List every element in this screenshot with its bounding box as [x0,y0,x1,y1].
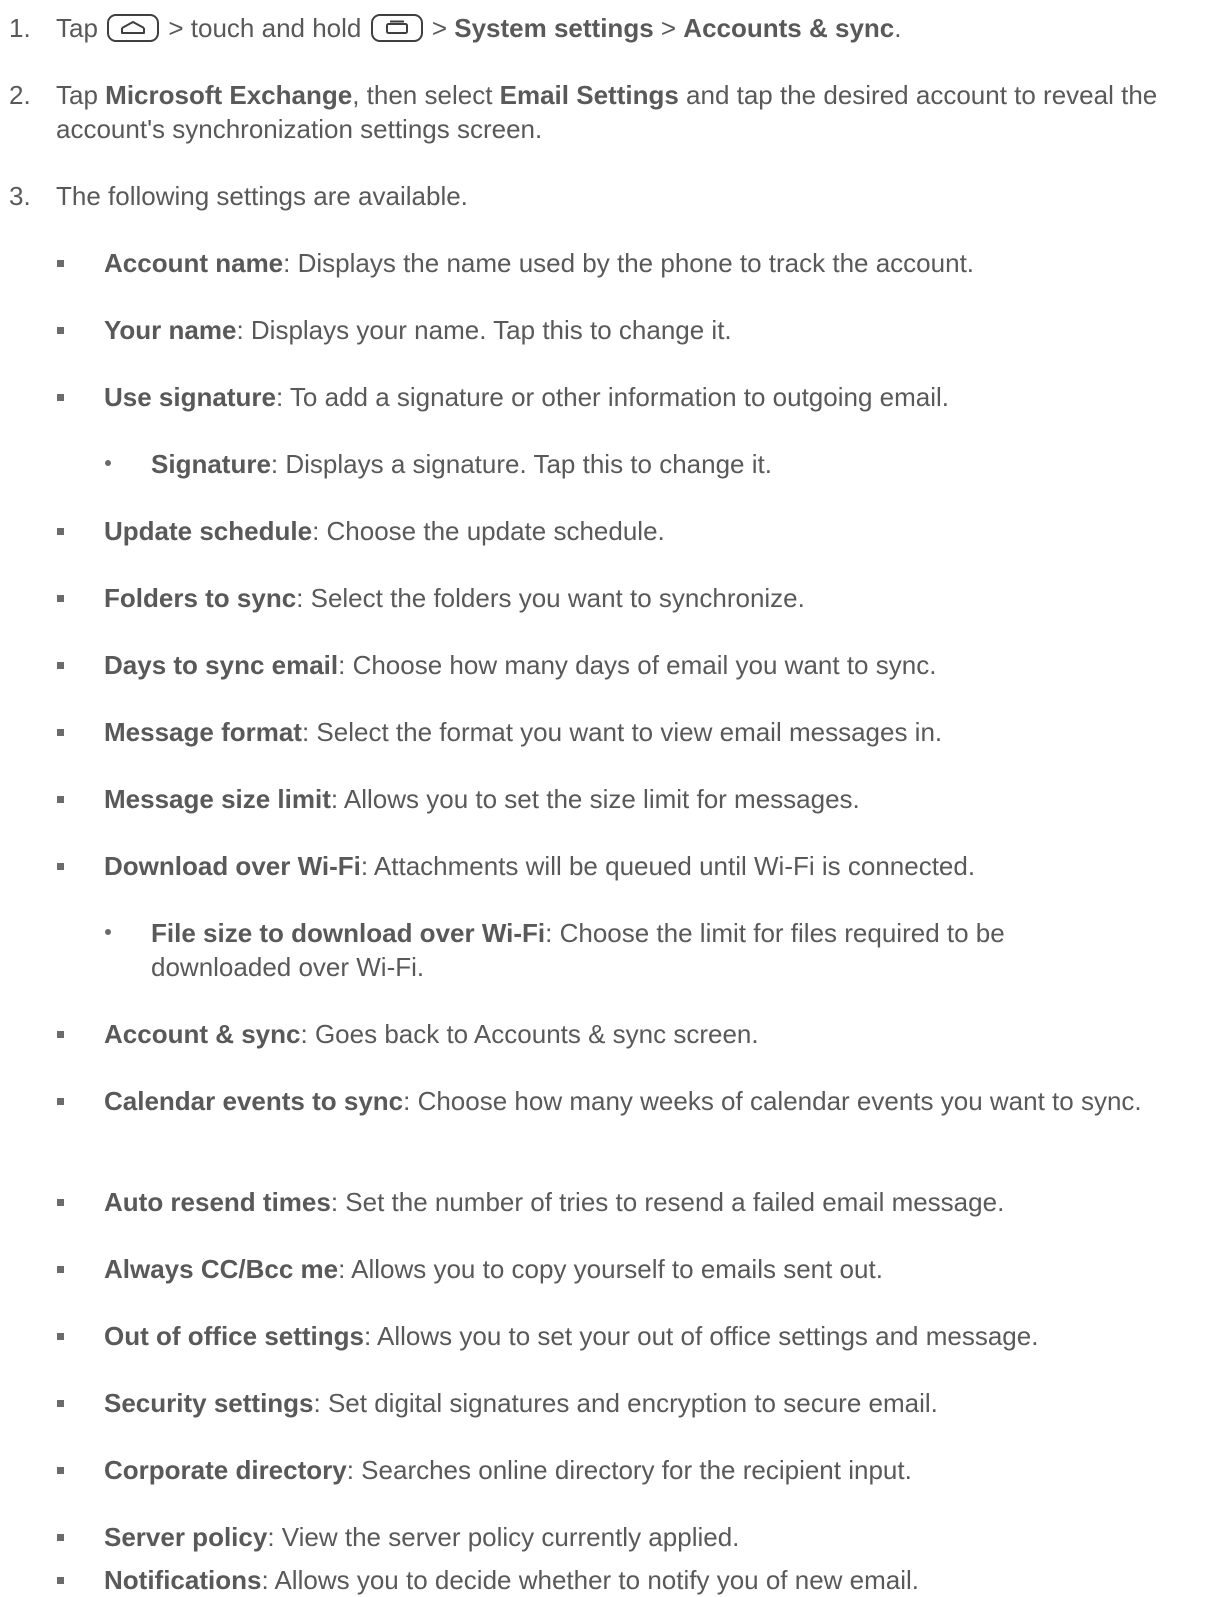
list-item: Calendar events to sync: Choose how many… [0,1084,1200,1118]
setting-description: : Attachments will be queued until Wi-Fi… [360,851,976,881]
setting-description: : Displays a signature. Tap this to chan… [270,449,772,479]
bullet-icon [57,1199,64,1206]
bullet-icon [57,863,64,870]
bullet-icon [57,394,64,401]
step-number: 3. [9,181,31,211]
setting-title: Message format [104,717,302,747]
setting-title: Your name [104,315,237,345]
setting-title: Corporate directory [104,1455,347,1485]
setting-title: Account & sync [104,1019,301,1049]
list-item: Update schedule: Choose the update sched… [0,514,1200,548]
step-2: 2. Tap Microsoft Exchange, then select E… [0,78,1190,146]
setting-title: Update schedule [104,516,313,546]
bullet-icon [57,1534,64,1541]
step-text: Tap > touch and hold > System settings >… [56,13,902,43]
accounts-sync-label: Accounts & sync [683,13,895,43]
home-key-icon [107,14,160,42]
list-item: Folders to sync: Select the folders you … [0,581,1200,615]
setting-description: : Goes back to Accounts & sync screen. [300,1019,759,1049]
list-item: Server policy: View the server policy cu… [0,1520,1200,1554]
list-item: Security settings: Set digital signature… [0,1386,1200,1420]
setting-title: Always CC/Bcc me [104,1254,339,1284]
bullet-icon [57,595,64,602]
list-item: Message size limit: Allows you to set th… [0,782,1200,816]
bullet-icon [57,1266,64,1273]
setting-title: File size to download over Wi-Fi [151,918,546,948]
list-item: Auto resend times: Set the number of tri… [0,1185,1200,1219]
bullet-icon [57,729,64,736]
step-number: 1. [9,13,31,43]
setting-title: Auto resend times [104,1187,331,1217]
setting-title: Days to sync email [104,650,339,680]
setting-title: Folders to sync [104,583,297,613]
setting-title: Notifications [104,1565,262,1595]
setting-description: : Choose how many days of email you want… [338,650,937,680]
list-item: Always CC/Bcc me: Allows you to copy you… [0,1252,1200,1286]
setting-title: Message size limit [104,784,331,814]
setting-description: : Select the format you want to view ema… [301,717,943,747]
bullet-icon [105,460,111,466]
system-settings-label: System settings [454,13,654,43]
email-settings-label: Email Settings [499,80,679,110]
setting-description: : Displays your name. Tap this to change… [236,315,732,345]
step-3: 3. The following settings are available. [0,179,1190,213]
setting-description: : Displays the name used by the phone to… [283,248,975,278]
setting-description: : To add a signature or other informatio… [275,382,949,412]
sub-list-item: Signature: Displays a signature. Tap thi… [0,447,1200,481]
list-item: Message format: Select the format you wa… [0,715,1200,749]
step-number: 2. [9,80,31,110]
bullet-icon [57,1467,64,1474]
setting-title: Out of office settings [104,1321,364,1351]
bullet-icon [57,327,64,334]
bullet-icon [57,662,64,669]
bullet-icon [57,1333,64,1340]
bullet-icon [57,528,64,535]
setting-description: : Choose how many weeks of calendar even… [403,1086,1142,1116]
bullet-icon [57,1577,64,1584]
list-item: Your name: Displays your name. Tap this … [0,313,1200,347]
setting-title: Calendar events to sync [104,1086,404,1116]
list-item: Account & sync: Goes back to Accounts & … [0,1017,1200,1051]
list-item: Out of office settings: Allows you to se… [0,1319,1200,1353]
setting-title: Download over Wi-Fi [104,851,361,881]
sub-list-item: File size to download over Wi-Fi: Choose… [0,916,1200,984]
setting-title: Use signature [104,382,276,412]
setting-title: Signature [151,449,271,479]
list-item: Corporate directory: Searches online dir… [0,1453,1200,1487]
bullet-icon [57,796,64,803]
setting-description: : Allows you to decide whether to notify… [261,1565,920,1595]
step-1: 1. Tap > touch and hold > System setting… [0,11,1190,45]
list-item: Use signature: To add a signature or oth… [0,380,1200,414]
setting-description: : Set the number of tries to resend a fa… [330,1187,1005,1217]
setting-description: : Allows you to copy yourself to emails … [338,1254,883,1284]
setting-description: : Allows you to set the size limit for m… [330,784,860,814]
step-text: The following settings are available. [56,181,468,211]
step-text: Tap Microsoft Exchange, then select Emai… [56,80,1158,144]
bullet-icon [57,1098,64,1105]
list-item: Download over Wi-Fi: Attachments will be… [0,849,1200,883]
setting-description: : Select the folders you want to synchro… [296,583,805,613]
list-item: Account name: Displays the name used by … [0,246,1200,280]
setting-title: Security settings [104,1388,314,1418]
setting-description: : View the server policy currently appli… [267,1522,740,1552]
list-item: Days to sync email: Choose how many days… [0,648,1200,682]
list-item: Notifications: Allows you to decide whet… [0,1563,1200,1597]
recent-apps-key-icon [370,14,423,42]
microsoft-exchange-label: Microsoft Exchange [105,80,353,110]
setting-description: : Set digital signatures and encryption … [313,1388,938,1418]
setting-title: Account name [104,248,284,278]
bullet-icon [57,1400,64,1407]
setting-description: : Searches online directory for the reci… [346,1455,912,1485]
setting-description: : Choose the update schedule. [312,516,665,546]
bullet-icon [57,1031,64,1038]
bullet-icon [57,260,64,267]
setting-title: Server policy [104,1522,268,1552]
setting-description: : Allows you to set your out of office s… [364,1321,1039,1351]
document-page: 1. Tap > touch and hold > System setting… [0,0,1210,1597]
bullet-icon [105,929,111,935]
